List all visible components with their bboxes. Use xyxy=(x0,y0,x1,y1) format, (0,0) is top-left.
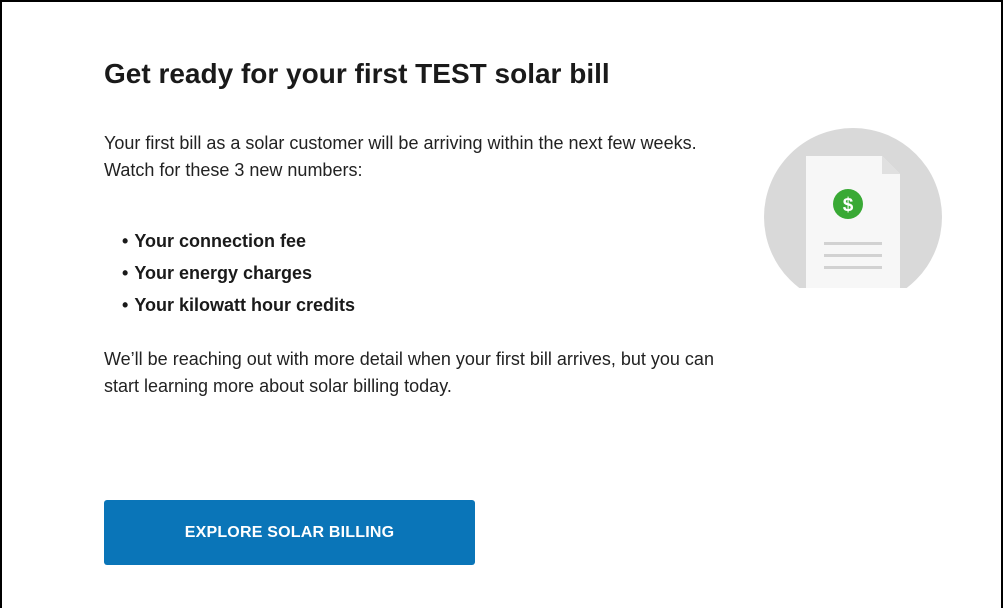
list-item-label: Your kilowatt hour credits xyxy=(134,295,356,315)
bill-text-line xyxy=(824,266,882,269)
list-item: Your kilowatt hour credits xyxy=(122,289,355,321)
dollar-symbol: $ xyxy=(843,195,854,216)
bill-text-line xyxy=(824,242,882,245)
bill-text-line xyxy=(824,254,882,257)
bill-document-icon: $ xyxy=(764,128,942,288)
email-card: Get ready for your first TEST solar bill… xyxy=(0,0,1003,608)
intro-paragraph: Your first bill as a solar customer will… xyxy=(104,133,697,180)
list-item: Your energy charges xyxy=(122,257,355,289)
list-item-label: Your connection fee xyxy=(134,231,306,251)
closing-paragraph: We’ll be reaching out with more detail w… xyxy=(104,349,714,396)
list-item: Your connection fee xyxy=(122,225,355,257)
page-title: Get ready for your first TEST solar bill xyxy=(104,58,610,89)
new-numbers-list: Your connection fee Your energy charges … xyxy=(122,225,355,321)
list-item-label: Your energy charges xyxy=(134,263,313,283)
explore-solar-billing-button[interactable]: EXPLORE SOLAR BILLING xyxy=(104,500,475,565)
